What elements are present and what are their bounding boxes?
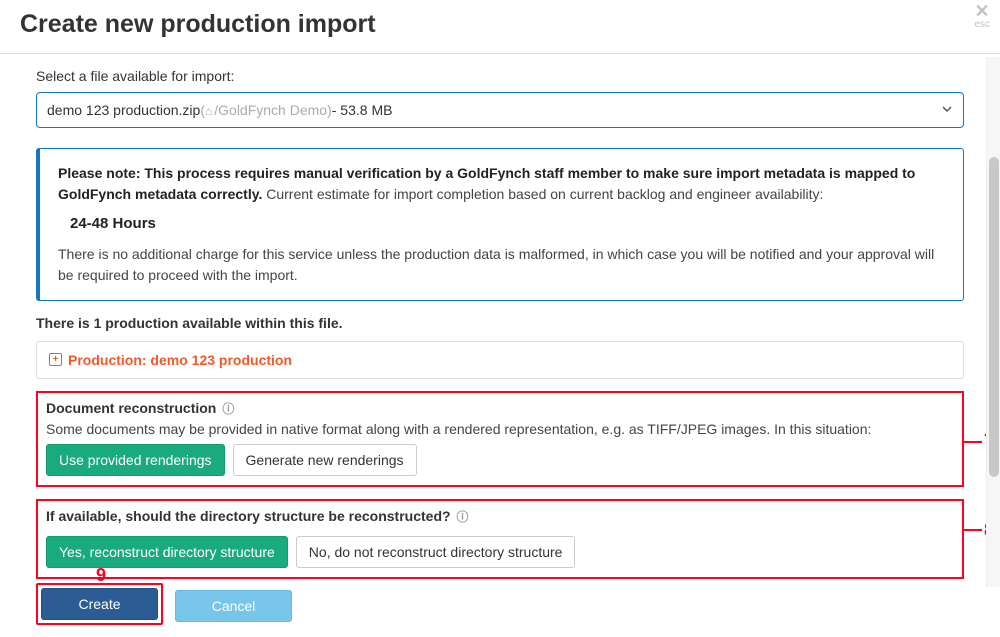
selected-file-name: demo 123 production.zip [47, 102, 200, 118]
esc-label: esc [974, 20, 990, 30]
plus-icon: + [49, 353, 62, 366]
selected-file-path: (⌂/GoldFynch Demo) [200, 102, 331, 118]
chevron-down-icon [941, 103, 953, 118]
production-item-label: Production: demo 123 production [68, 352, 292, 368]
action-row: 9 Create Cancel [36, 583, 964, 625]
info-icon[interactable]: ⓘ [222, 400, 234, 417]
generate-new-renderings-button[interactable]: Generate new renderings [233, 444, 417, 476]
file-dropdown[interactable]: demo 123 production.zip (⌂/GoldFynch Dem… [36, 92, 964, 128]
notice-trail: Current estimate for import completion b… [262, 186, 823, 202]
annotation-9: 9 [96, 565, 106, 586]
notice-charge: There is no additional charge for this s… [58, 244, 945, 286]
annotation-line-8 [962, 529, 982, 531]
scroll-region: Select a file available for import: demo… [0, 54, 1000, 587]
document-reconstruction-group: Document reconstructionⓘ Some documents … [36, 391, 964, 487]
modal-header: Create new production import [0, 0, 1000, 54]
directory-structure-group: If available, should the directory struc… [36, 499, 964, 579]
scrollbar-track[interactable] [986, 57, 1000, 587]
close-button[interactable]: ✕ esc [974, 2, 990, 30]
yes-reconstruct-button[interactable]: Yes, reconstruct directory structure [46, 536, 288, 568]
production-item[interactable]: + Production: demo 123 production [36, 341, 964, 379]
no-reconstruct-button[interactable]: No, do not reconstruct directory structu… [296, 536, 576, 568]
notice-card: Please note: This process requires manua… [36, 148, 964, 301]
file-select-label: Select a file available for import: [36, 68, 964, 84]
selected-file-size: - 53.8 MB [332, 102, 393, 118]
availability-text: There is 1 production available within t… [36, 315, 964, 331]
cancel-button[interactable]: Cancel [175, 590, 292, 622]
notice-hours: 24-48 Hours [70, 213, 945, 236]
doc-recon-desc: Some documents may be provided in native… [46, 421, 954, 437]
home-icon: ⌂ [205, 104, 212, 118]
page-title: Create new production import [20, 10, 980, 39]
use-provided-renderings-button[interactable]: Use provided renderings [46, 444, 225, 476]
content-area: Select a file available for import: demo… [0, 54, 1000, 637]
doc-recon-title: Document reconstructionⓘ [46, 400, 234, 417]
dir-struct-title: If available, should the directory struc… [46, 508, 469, 525]
scrollbar-thumb[interactable] [989, 157, 999, 477]
create-highlight-box: Create [36, 583, 163, 625]
annotation-line-7 [962, 441, 982, 443]
create-button[interactable]: Create [41, 588, 158, 620]
info-icon[interactable]: ⓘ [457, 508, 469, 525]
